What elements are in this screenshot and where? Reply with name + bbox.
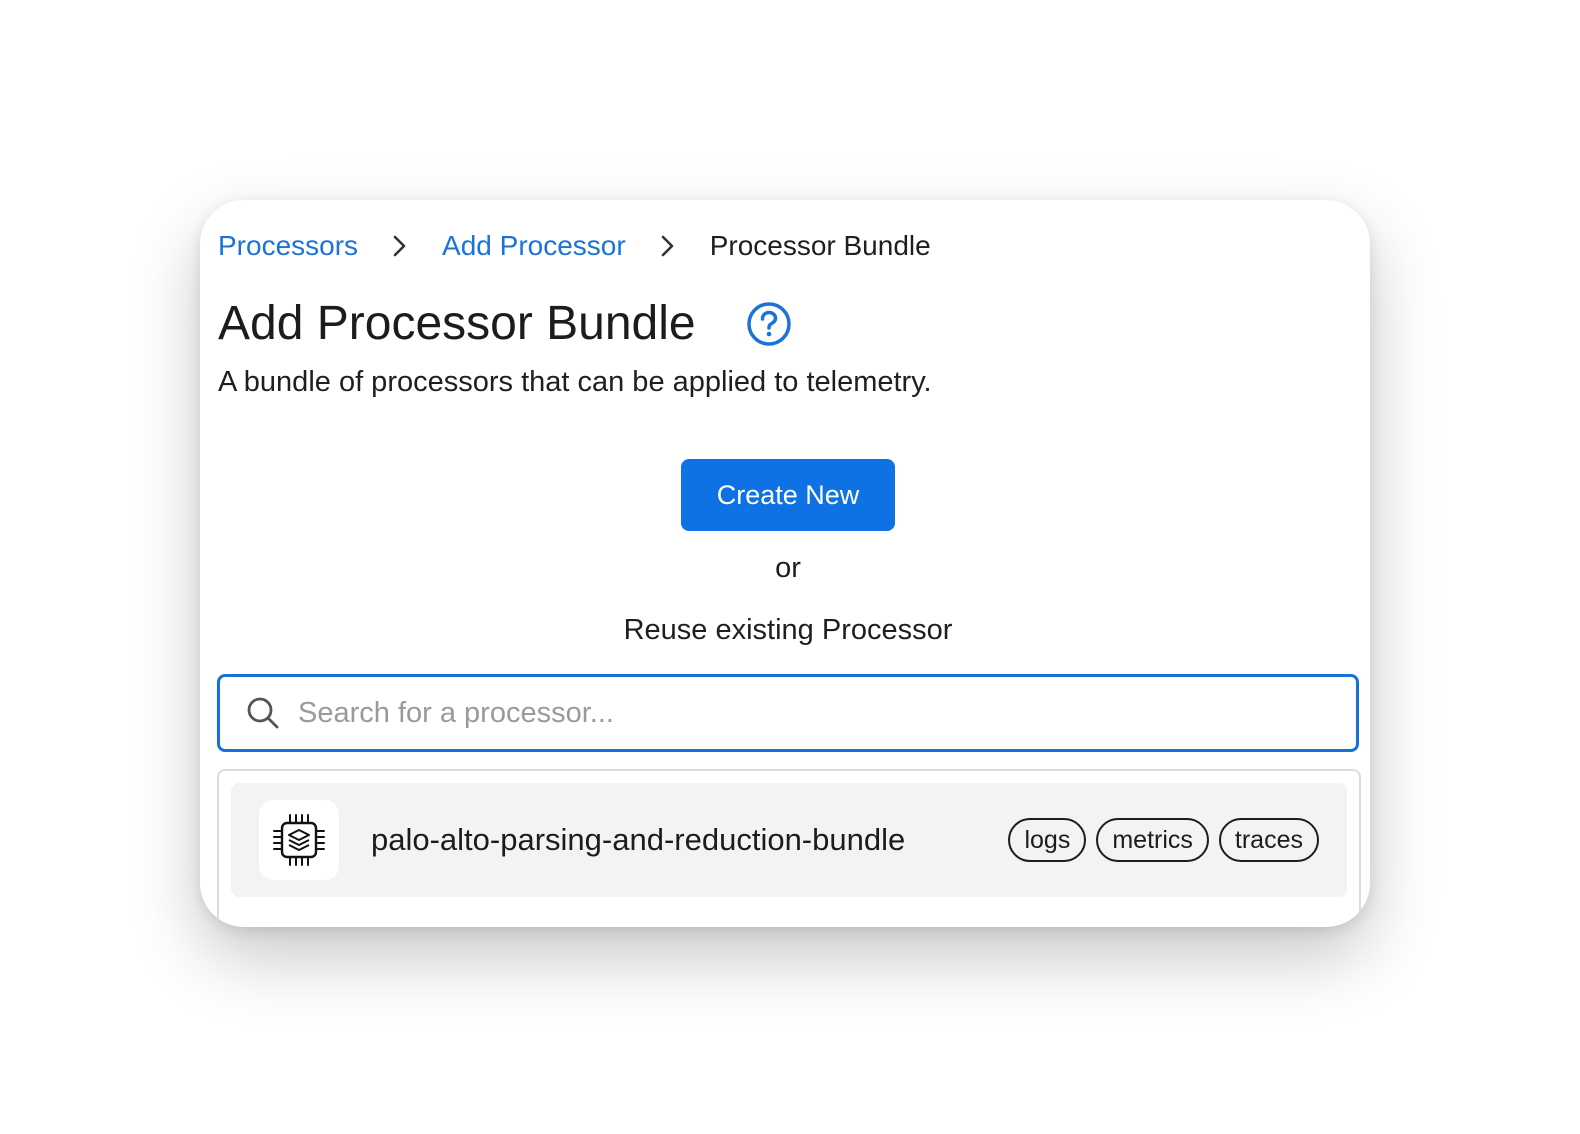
processor-name: palo-alto-parsing-and-reduction-bundle	[371, 822, 906, 857]
breadcrumb-processors-link[interactable]: Processors	[218, 230, 358, 262]
breadcrumb: Processors Add Processor Processor Bundl…	[218, 226, 931, 266]
results-list: palo-alto-parsing-and-reduction-bundle l…	[217, 769, 1361, 927]
search-field[interactable]	[217, 674, 1359, 752]
page-subtitle: A bundle of processors that can be appli…	[218, 366, 932, 398]
breadcrumb-current: Processor Bundle	[709, 230, 931, 261]
help-icon[interactable]	[746, 301, 792, 347]
chevron-right-icon	[656, 234, 680, 258]
or-separator: or	[775, 552, 801, 584]
breadcrumb-add-processor-link[interactable]: Add Processor	[442, 230, 626, 262]
reuse-existing-label: Reuse existing Processor	[623, 614, 953, 646]
title-row: Add Processor Bundle	[218, 294, 792, 354]
tag-logs: logs	[1008, 818, 1087, 862]
chevron-right-icon	[388, 234, 412, 258]
list-item[interactable]: palo-alto-parsing-and-reduction-bundle l…	[231, 783, 1347, 897]
processor-bundle-chip-icon	[259, 800, 339, 880]
add-processor-bundle-card: Processors Add Processor Processor Bundl…	[200, 200, 1370, 927]
search-input[interactable]	[296, 695, 1300, 731]
search-icon	[246, 696, 280, 730]
page-title: Add Processor Bundle	[218, 297, 696, 350]
tag-traces: traces	[1218, 818, 1319, 862]
tag-metrics: metrics	[1096, 818, 1209, 862]
telemetry-tags: logs metrics traces	[1008, 818, 1319, 862]
create-new-button[interactable]: Create New	[681, 459, 895, 531]
